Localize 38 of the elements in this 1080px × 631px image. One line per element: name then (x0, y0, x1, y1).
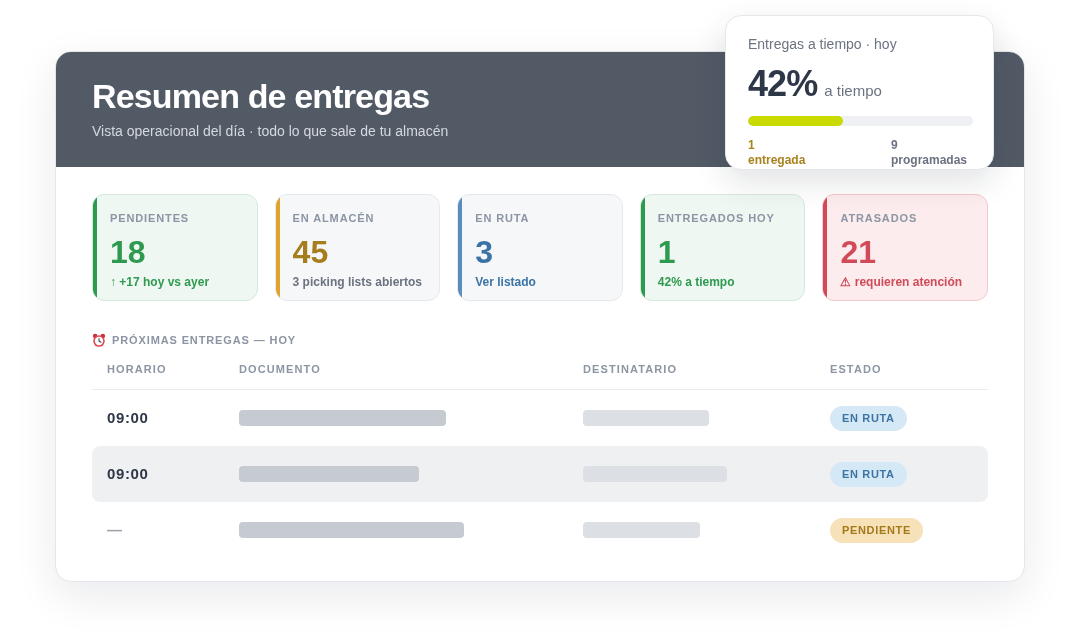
status-badge: EN RUTA (830, 461, 907, 487)
stat-note: 42% a tiempo (657, 274, 735, 290)
stat-label: EN ALMACÉN (292, 211, 375, 226)
stat-note: ↑ +17 hoy vs ayer (110, 274, 210, 290)
column-header: HORARIO (107, 361, 167, 377)
stat-note: ⚠ requieren atención (840, 274, 963, 290)
scheduled-label: programadas (891, 152, 968, 168)
stat-value: 3 (475, 236, 493, 268)
status-badge: EN RUTA (830, 405, 907, 431)
alarm-clock-icon (92, 333, 106, 347)
stat-label: ATRASADOS (840, 211, 918, 226)
delivered-label: entregada (748, 152, 806, 168)
list-link[interactable]: Ver listado (475, 274, 536, 290)
stat-label: PENDIENTES (110, 211, 190, 226)
column-header: DESTINATARIO (583, 361, 678, 377)
page-title: Resumen de entregas (92, 79, 430, 113)
delivered-count: 1 (748, 137, 755, 153)
column-header: ESTADO (830, 361, 882, 377)
stat-value: 1 (657, 236, 676, 268)
stat-label: EN RUTA (475, 211, 530, 226)
time-text: 09:00 (107, 464, 149, 484)
column-header: DOCUMENTO (239, 361, 321, 377)
page-subtitle: Vista operacional del día · todo lo que sale de tu almacén (92, 122, 449, 141)
status-badge: PENDIENTE (830, 517, 923, 543)
table-row[interactable]: 09:00 EN RUTA (92, 446, 988, 502)
stat-value: 18 (110, 236, 146, 268)
percentage-label: a tiempo (824, 81, 882, 101)
time-text: 09:00 (107, 408, 149, 428)
time-text: — (107, 520, 123, 540)
stat-label: ENTREGADOS HOY (657, 211, 775, 226)
stat-note: 3 picking lists abiertos (292, 274, 422, 290)
table-row[interactable]: 09:00 EN RUTA (92, 390, 988, 446)
stat-value: 21 (840, 236, 876, 268)
percentage-value: 42% (748, 66, 818, 102)
stat-value: 45 (292, 236, 329, 268)
section-title: PRÓXIMAS ENTREGAS — HOY (112, 333, 297, 348)
card-title: Entregas a tiempo · hoy (748, 35, 897, 54)
scheduled-count: 9 (891, 137, 898, 153)
